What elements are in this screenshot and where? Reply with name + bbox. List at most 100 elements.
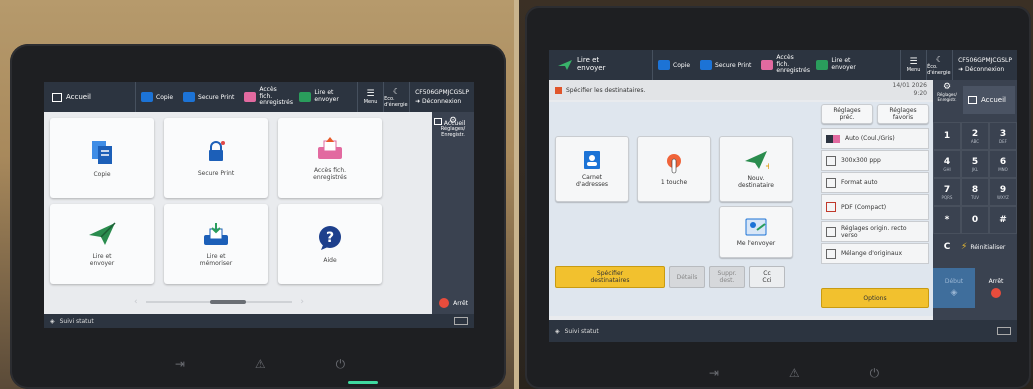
tile-label: 1 touche <box>660 178 688 186</box>
key-star[interactable]: * <box>933 206 961 234</box>
shortcut-stored-files[interactable]: Accès fich. enregistrés <box>239 82 294 112</box>
delete-destination-label: Suppr. dest. <box>717 270 737 284</box>
time-text: 9:20 <box>913 90 927 97</box>
size-setting[interactable]: Format auto <box>821 172 929 193</box>
specify-destinations-button[interactable]: Spécifier destinataires <box>555 266 665 288</box>
chevron-right-icon[interactable]: › <box>300 297 304 307</box>
address-book-icon <box>584 151 600 169</box>
key-7[interactable]: 7 PQRS <box>933 178 961 206</box>
key-digit: # <box>999 215 1007 225</box>
power-icon[interactable]: ⏻ <box>870 366 880 381</box>
key-digit: 6 <box>999 156 1007 167</box>
delete-destination-button[interactable]: Suppr. dest. <box>709 266 745 288</box>
tile-label: Lire et mémoriser <box>199 253 233 267</box>
logout-button[interactable]: ➜ Déconnexion <box>958 66 1012 73</box>
copy-icon <box>92 140 112 164</box>
key-6[interactable]: 6 MNO <box>989 150 1017 178</box>
tile-send[interactable]: Lire et envoyer <box>50 204 154 284</box>
details-label: Détails <box>676 273 698 281</box>
secure-print-icon <box>700 60 713 70</box>
login-icon[interactable]: ⇥ <box>709 366 719 381</box>
setting-label: Réglages origin. recto verso <box>841 224 907 239</box>
key-digit: 9 <box>999 184 1007 195</box>
send-to-myself-button[interactable]: Me l'envoyer <box>719 206 793 258</box>
home-screen: Accueil Copie Secure Print Accès fich. e… <box>44 82 474 328</box>
key-8[interactable]: 8 TUV <box>961 178 989 206</box>
status-bar[interactable]: ◈ Suivi statut <box>549 320 1017 342</box>
menu-button[interactable]: ☰ Menu <box>900 50 926 80</box>
stop-button[interactable]: Arrêt <box>975 268 1017 308</box>
one-touch-icon <box>667 153 681 173</box>
login-icon[interactable]: ⇥ <box>175 357 185 372</box>
clear-key[interactable]: C <box>933 242 961 252</box>
shortcut-copie[interactable]: Copie <box>653 50 695 80</box>
shortcut-copie[interactable]: Copie <box>136 82 178 112</box>
settings-register-button[interactable]: ⚙ Réglages/ Enregistr. <box>933 82 961 102</box>
keyboard-icon[interactable] <box>454 317 468 325</box>
cc-bcc-button[interactable]: Cc Cci <box>749 266 785 288</box>
new-destination-button[interactable]: + Nouv. destinataire <box>719 136 793 202</box>
previous-settings-button[interactable]: Réglages préc. <box>821 104 873 124</box>
power-icon[interactable]: ⏻ <box>336 357 346 372</box>
key-digit: 8 <box>971 184 979 195</box>
tile-help[interactable]: ? Aide <box>278 204 382 284</box>
keyboard-icon[interactable] <box>997 327 1011 335</box>
key-3[interactable]: 3 DEF <box>989 122 1017 150</box>
key-letters: JKL <box>971 166 979 172</box>
file-format-setting[interactable]: PDF (Compact) <box>821 194 929 220</box>
shortcut-label: Copie <box>673 61 691 69</box>
sleep-button[interactable]: ☾ Éco. d'énergie <box>926 50 952 80</box>
resolution-setting[interactable]: 300x300 ppp <box>821 150 929 171</box>
home-icon <box>434 118 442 125</box>
side-home-button[interactable]: Accueil <box>963 86 1015 114</box>
logout-label: Déconnexion <box>965 66 1005 73</box>
top-bar: Accueil Copie Secure Print Accès fich. e… <box>44 82 474 112</box>
setting-label: Format auto <box>841 179 878 186</box>
shortcut-label: Accès fich. enregistrés <box>259 86 294 107</box>
page-indicator: ‹ › <box>134 297 304 307</box>
reset-button[interactable]: ⚡ Réinitialiser <box>961 242 1005 252</box>
duplex-setting[interactable]: Réglages origin. recto verso <box>821 221 929 242</box>
favorite-settings-button[interactable]: Réglages favoris <box>877 104 929 124</box>
key-2[interactable]: 2 ABC <box>961 122 989 150</box>
tile-copie[interactable]: Copie <box>50 118 154 198</box>
key-letters: GHI <box>943 166 951 172</box>
shortcut-stored-files[interactable]: Accès fich. enregistrés <box>756 50 811 80</box>
home-button[interactable]: Accueil <box>44 82 136 112</box>
shortcut-send[interactable]: Lire et envoyer <box>294 82 341 112</box>
stop-label: Arrêt <box>453 299 468 307</box>
tile-secure-print[interactable]: Secure Print <box>164 118 268 198</box>
stop-button[interactable]: Arrêt <box>439 298 468 308</box>
key-hash[interactable]: # <box>989 206 1017 234</box>
tile-stored-files[interactable]: Accès fich. enregistrés <box>278 118 382 198</box>
address-book-button[interactable]: Carnet d'adresses <box>555 136 629 202</box>
shortcut-secure-print[interactable]: Secure Print <box>695 50 756 80</box>
chevron-left-icon[interactable]: ‹ <box>134 297 138 307</box>
logout-button[interactable]: ➜ Déconnexion <box>415 98 469 105</box>
shortcut-secure-print[interactable]: Secure Print <box>178 82 239 112</box>
start-button[interactable]: Début ◈ <box>933 268 975 308</box>
svg-text:?: ? <box>326 230 334 246</box>
tile-scan-store[interactable]: Lire et mémoriser <box>164 204 268 284</box>
key-letters: MNO <box>998 166 1008 172</box>
tile-label: Secure Print <box>197 169 235 177</box>
sleep-button[interactable]: ☾ Eco. d'énergie <box>383 82 409 112</box>
user-area: CF506GPMJCGSLP ➜ Déconnexion <box>409 82 474 112</box>
side-home-button[interactable]: Accueil <box>434 118 474 127</box>
status-bar[interactable]: ◈ Suivi statut <box>44 314 474 328</box>
key-4[interactable]: 4 GHI <box>933 150 961 178</box>
mixed-originals-setting[interactable]: Mélange d'originaux <box>821 243 929 264</box>
one-touch-button[interactable]: 1 touche <box>637 136 711 202</box>
key-0[interactable]: 0 <box>961 206 989 234</box>
menu-button[interactable]: ☰ Menu <box>357 82 383 112</box>
options-button[interactable]: Options <box>821 288 929 308</box>
shortcut-label: Secure Print <box>715 61 752 69</box>
key-5[interactable]: 5 JKL <box>961 150 989 178</box>
shortcut-send[interactable]: Lire et envoyer <box>811 50 858 80</box>
size-icon <box>826 177 836 188</box>
key-9[interactable]: 9 WXYZ <box>989 178 1017 206</box>
stop-icon <box>991 288 1001 298</box>
details-button[interactable]: Détails <box>669 266 705 288</box>
key-1[interactable]: 1 <box>933 122 961 150</box>
color-mode-setting[interactable]: Auto (Coul./Gris) <box>821 128 929 149</box>
